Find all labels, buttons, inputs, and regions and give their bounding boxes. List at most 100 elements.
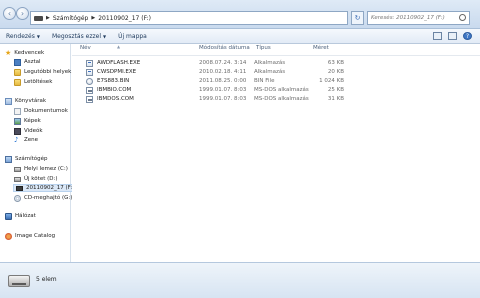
table-row[interactable]: AWDFLASH.EXE 2008.07.24. 3:14 Alkalmazás… xyxy=(79,59,349,68)
chevron-down-icon: ▼ xyxy=(103,33,107,39)
file-type: MS-DOS alkalmazás xyxy=(254,87,309,93)
com-icon xyxy=(86,96,93,103)
file-name: CWSDPMI.EXE xyxy=(97,69,137,75)
chevron-down-icon: ▼ xyxy=(36,33,40,39)
nav-item-label: Legutóbbi helyek xyxy=(24,69,72,75)
chevron-right-icon: ▶ xyxy=(46,15,50,21)
nav-item-drive-f[interactable]: 20110902_17 (F:) xyxy=(13,184,78,192)
file-date: 1999.01.07. 8:03 xyxy=(199,96,247,102)
nav-favorites-label: Kedvencek xyxy=(14,50,45,56)
organize-button[interactable]: Rendezés ▼ xyxy=(6,33,40,40)
arrow-left-icon: ‹ xyxy=(7,9,12,18)
hard-drive-icon xyxy=(14,166,21,172)
image-catalog-icon xyxy=(5,232,12,240)
nav-item-pictures[interactable]: Képek xyxy=(14,117,41,125)
file-list: Név ▲ Módosítás dátuma Típus Méret AWDFL… xyxy=(72,44,480,262)
help-icon[interactable]: ? xyxy=(463,32,472,40)
recent-places-icon xyxy=(14,68,21,76)
table-row[interactable]: CWSDPMI.EXE 2010.02.18. 4:11 Alkalmazás … xyxy=(79,68,349,77)
nav-computer-label: Számítógép xyxy=(15,156,48,162)
nav-item-drive-g[interactable]: CD-meghajtó (G:) xyxy=(14,194,72,202)
network-icon xyxy=(5,212,12,220)
drive-icon xyxy=(34,15,43,21)
file-size: 20 KB xyxy=(327,69,344,75)
command-bar: Rendezés ▼ Megosztás ezzel ▼ Új mappa ? xyxy=(0,29,480,44)
nav-item-documents[interactable]: Dokumentumok xyxy=(14,107,68,115)
library-icon xyxy=(5,97,12,105)
file-name: IBMBIO.COM xyxy=(97,87,132,93)
header-divider xyxy=(72,55,480,56)
column-header-date[interactable]: Módosítás dátuma xyxy=(199,45,250,55)
file-date: 2008.07.24. 3:14 xyxy=(199,60,247,66)
search-input[interactable]: Keresés: 20110902_17 (F:) xyxy=(367,11,470,25)
sort-caret-icon: ▲ xyxy=(117,44,121,49)
nav-item-music[interactable]: ♪ Zene xyxy=(14,136,38,144)
desktop-icon xyxy=(14,58,21,66)
column-header-name-label: Név xyxy=(80,45,91,51)
nav-item-recent-places[interactable]: Legutóbbi helyek xyxy=(14,68,71,76)
nav-item-drive-d[interactable]: Új kötet (D:) xyxy=(14,175,57,183)
nav-item-label: Új kötet (D:) xyxy=(24,176,58,182)
preview-pane-icon[interactable] xyxy=(448,32,457,40)
nav-item-drive-c[interactable]: Helyi lemez (C:) xyxy=(14,165,68,173)
nav-network-label: Hálózat xyxy=(15,213,36,219)
nav-item-label: Képek xyxy=(24,118,41,124)
file-type: BIN File xyxy=(254,78,275,84)
forward-button[interactable]: › xyxy=(16,7,29,20)
search-placeholder: Keresés: 20110902_17 (F:) xyxy=(371,15,445,21)
usb-drive-icon xyxy=(16,185,23,191)
nav-item-label: Zene xyxy=(24,137,39,143)
documents-icon xyxy=(14,107,21,115)
navigation-pane: ★ Kedvencek Asztal Legutóbbi helyek Letö… xyxy=(0,44,78,262)
refresh-button[interactable]: ↻ xyxy=(351,11,364,25)
arrow-right-icon: › xyxy=(20,9,25,18)
table-row[interactable]: IBMDOS.COM 1999.01.07. 8:03 MS-DOS alkal… xyxy=(79,95,349,104)
nav-libraries-label: Könyvtárak xyxy=(15,98,47,104)
file-date: 1999.01.07. 8:03 xyxy=(199,87,247,93)
file-date: 2010.02.18. 4:11 xyxy=(199,69,247,75)
nav-libraries[interactable]: Könyvtárak xyxy=(5,97,46,105)
star-icon: ★ xyxy=(5,48,12,57)
file-date: 2011.08.25. 0:00 xyxy=(199,78,247,84)
share-with-button[interactable]: Megosztás ezzel ▼ xyxy=(52,33,106,40)
file-name: IBMDOS.COM xyxy=(97,96,134,102)
file-type: Alkalmazás xyxy=(254,69,286,75)
search-icon xyxy=(459,14,466,21)
breadcrumb-drive[interactable]: 20110902_17 (F:) xyxy=(98,15,151,22)
pictures-icon xyxy=(14,117,21,125)
videos-icon xyxy=(14,127,21,135)
column-header-size[interactable]: Méret xyxy=(313,45,329,55)
breadcrumb-computer[interactable]: Számítógép xyxy=(53,15,88,22)
cd-drive-icon xyxy=(14,194,21,202)
file-type: MS-DOS alkalmazás xyxy=(254,96,309,102)
column-header-name[interactable]: Név ▲ xyxy=(80,44,120,55)
view-options-icon[interactable] xyxy=(433,32,442,40)
details-pane: 5 elem xyxy=(0,262,480,298)
nav-computer[interactable]: Számítógép xyxy=(5,155,48,163)
nav-item-label: 20110902_17 (F:) xyxy=(26,185,75,191)
nav-item-label: Dokumentumok xyxy=(24,108,68,114)
nav-image-catalog-label: Image Catalog xyxy=(15,233,56,239)
nav-item-videos[interactable]: Videók xyxy=(14,127,43,135)
exe-icon xyxy=(86,60,93,67)
item-count: 5 elem xyxy=(36,276,57,283)
column-header-type[interactable]: Típus xyxy=(256,45,271,55)
table-row[interactable]: IBMBIO.COM 1999.01.07. 8:03 MS-DOS alkal… xyxy=(79,86,349,95)
address-bar-area: ‹ › ▶ Számítógép ▶ 20110902_17 (F:) ↻ Ke… xyxy=(0,0,480,29)
nav-image-catalog[interactable]: Image Catalog xyxy=(5,232,55,240)
nav-network[interactable]: Hálózat xyxy=(5,212,36,220)
nav-item-label: CD-meghajtó (G:) xyxy=(24,195,73,201)
organize-label: Rendezés xyxy=(6,32,35,40)
nav-favorites[interactable]: ★ Kedvencek xyxy=(5,49,44,57)
com-icon xyxy=(86,87,93,94)
new-folder-button[interactable]: Új mappa xyxy=(118,33,147,40)
file-size: 1 024 KB xyxy=(319,78,344,84)
computer-icon xyxy=(5,155,12,163)
usb-drive-icon xyxy=(8,275,30,287)
table-row[interactable]: E7S883.BIN 2011.08.25. 0:00 BIN File 1 0… xyxy=(79,77,349,86)
back-button[interactable]: ‹ xyxy=(3,7,16,20)
downloads-icon xyxy=(14,78,21,86)
nav-item-desktop[interactable]: Asztal xyxy=(14,58,41,66)
nav-item-downloads[interactable]: Letöltések xyxy=(14,78,52,86)
address-field[interactable]: ▶ Számítógép ▶ 20110902_17 (F:) xyxy=(30,11,348,25)
